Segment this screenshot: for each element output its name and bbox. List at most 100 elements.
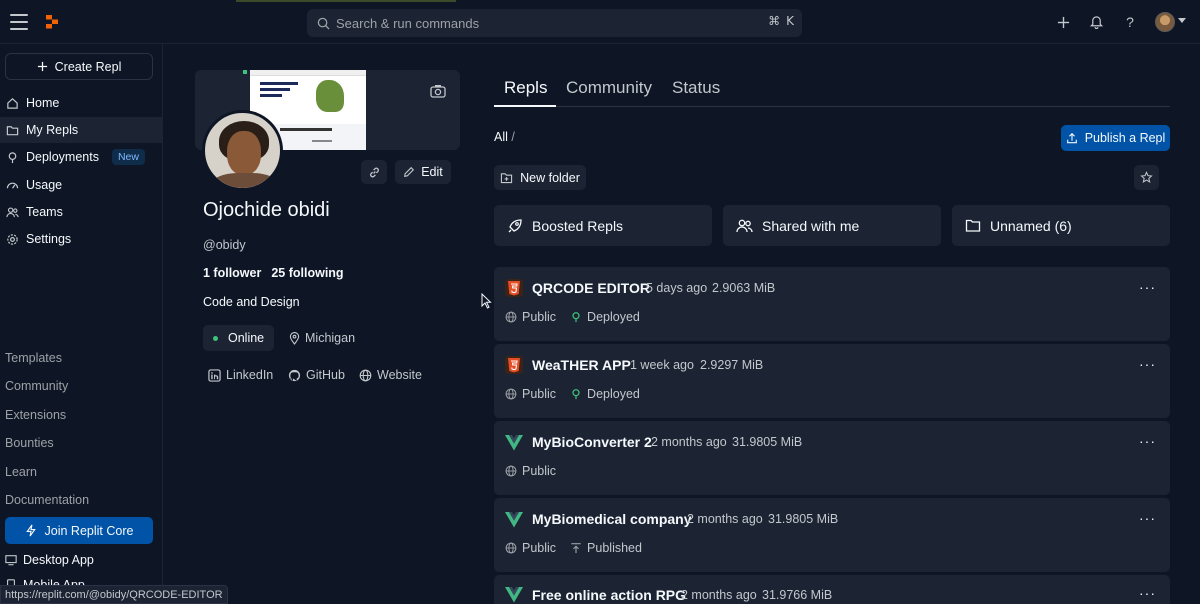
repl-size: 2.9297 MiB [700, 358, 764, 372]
tab-repls[interactable]: Repls [504, 78, 547, 98]
vue-icon [505, 512, 523, 528]
sidebar-link-documentation[interactable]: Documentation [5, 493, 89, 507]
sidebar-link-community[interactable]: Community [5, 379, 68, 393]
sidebar-link-bounties[interactable]: Bounties [5, 436, 54, 450]
sidebar-item-label: Teams [26, 205, 63, 219]
folder-unnamed[interactable]: Unnamed (6) [952, 205, 1170, 246]
sidebar-item-usage[interactable]: Usage [0, 172, 163, 198]
repl-title[interactable]: MyBioConverter 2 [532, 434, 652, 450]
sidebar-item-settings[interactable]: Settings [0, 226, 163, 252]
globe-icon [505, 388, 517, 400]
create-repl-label: Create Repl [54, 59, 122, 74]
join-core-button[interactable]: Join Replit Core [5, 517, 153, 544]
repl-size: 31.9766 MiB [762, 588, 833, 602]
sidebar-item-home[interactable]: Home [0, 90, 163, 116]
website-label: Website [377, 368, 422, 382]
repl-tags: Public [505, 464, 556, 478]
repl-card[interactable]: WeaTHER APP 1 week ago 2.9297 MiB Public… [494, 344, 1170, 418]
search-placeholder: Search & run commands [336, 15, 480, 31]
repl-card[interactable]: Free online action RPG 2 months ago 31.9… [494, 575, 1170, 604]
deployed-tag: Deployed [570, 310, 640, 324]
rocket-icon [508, 218, 522, 232]
publish-repl-button[interactable]: Publish a Repl [1061, 125, 1170, 151]
more-options-icon[interactable]: ··· [1139, 356, 1156, 372]
more-options-icon[interactable]: ··· [1139, 510, 1156, 526]
breadcrumb: All / [494, 130, 515, 144]
create-repl-button[interactable]: Create Repl [5, 53, 153, 80]
cover-accent [243, 70, 247, 74]
repl-updated: 1 week ago [630, 358, 694, 372]
repl-size: 31.9805 MiB [768, 512, 839, 526]
repl-tags: Public Deployed [505, 387, 640, 401]
vue-icon [505, 587, 523, 603]
followers-count[interactable]: 1 follower [203, 266, 261, 280]
github-icon [288, 369, 301, 381]
visibility-label: Public [522, 541, 557, 555]
search-bar[interactable]: Search & run commands ⌘ K [307, 9, 802, 37]
sidebar-link-extensions[interactable]: Extensions [5, 408, 66, 422]
deployed-icon [572, 389, 580, 400]
help-icon[interactable]: ? [1120, 12, 1140, 32]
breadcrumb-all[interactable]: All [494, 130, 508, 144]
tab-status[interactable]: Status [672, 78, 720, 98]
repl-card[interactable]: MyBiomedical company 2 months ago 31.980… [494, 498, 1170, 572]
linkedin-link[interactable]: LinkedIn [208, 368, 273, 382]
bell-icon[interactable] [1086, 12, 1106, 32]
following-count[interactable]: 25 following [271, 266, 343, 280]
repl-title[interactable]: MyBiomedical company [532, 511, 692, 527]
follow-stats: 1 follower 25 following [203, 266, 344, 280]
edit-profile-button[interactable]: Edit [395, 160, 451, 184]
visibility-label: Public [522, 464, 557, 478]
folder-label: Unnamed (6) [990, 217, 1072, 234]
desktop-app-link[interactable]: Desktop App [5, 553, 94, 567]
globe-icon [359, 369, 372, 381]
repl-title[interactable]: Free online action RPG [532, 587, 686, 603]
favorites-button[interactable] [1134, 165, 1159, 190]
sidebar-link-templates[interactable]: Templates [5, 351, 62, 365]
website-link[interactable]: Website [359, 368, 422, 382]
sidebar-item-label: Home [26, 96, 60, 110]
sidebar-link-learn[interactable]: Learn [5, 465, 37, 479]
globe-icon [505, 465, 517, 477]
github-link[interactable]: GitHub [288, 368, 345, 382]
more-options-icon[interactable]: ··· [1139, 433, 1156, 449]
pencil-icon [404, 166, 415, 177]
profile-bio: Code and Design [203, 295, 300, 309]
bolt-icon [25, 524, 36, 537]
visibility-label: Public [522, 387, 557, 401]
plus-icon[interactable] [1053, 12, 1073, 32]
new-folder-button[interactable]: New folder [494, 165, 586, 190]
published-tag: Published [570, 541, 642, 555]
replit-logo-icon[interactable] [44, 14, 60, 30]
repl-title[interactable]: WeaTHER APP [532, 357, 631, 373]
sidebar-item-my-repls[interactable]: My Repls [0, 117, 163, 143]
camera-icon[interactable] [430, 84, 446, 98]
folder-boosted-repls[interactable]: Boosted Repls [494, 205, 712, 246]
profile-location: Michigan [289, 331, 355, 345]
status-label: Online [228, 331, 265, 345]
copy-link-button[interactable] [361, 160, 387, 184]
linkedin-icon [208, 368, 221, 382]
user-avatar[interactable] [1155, 12, 1175, 32]
chevron-down-icon[interactable] [1178, 18, 1186, 23]
status-badge: Online [203, 325, 275, 351]
sidebar-item-teams[interactable]: Teams [0, 199, 163, 225]
publish-icon [571, 543, 581, 554]
folder-label: Shared with me [762, 217, 860, 234]
repl-card[interactable]: QRCODE EDITOR 5 days ago 2.9063 MiB Publ… [494, 267, 1170, 341]
repl-title[interactable]: QRCODE EDITOR [532, 280, 650, 296]
folder-icon [6, 125, 19, 135]
repl-card[interactable]: MyBioConverter 2 2 months ago 31.9805 Mi… [494, 421, 1170, 495]
folder-shared-with-me[interactable]: Shared with me [723, 205, 941, 246]
menu-icon[interactable] [10, 14, 28, 30]
home-icon [7, 97, 18, 109]
globe-icon [505, 311, 517, 323]
tab-community[interactable]: Community [566, 78, 652, 98]
more-options-icon[interactable]: ··· [1139, 279, 1156, 295]
visibility-tag: Public [505, 464, 556, 478]
vue-icon [505, 435, 523, 451]
sidebar-item-deployments[interactable]: Deployments New [0, 144, 163, 170]
sidebar-item-label: My Repls [26, 123, 79, 137]
linkedin-label: LinkedIn [226, 368, 274, 382]
more-options-icon[interactable]: ··· [1139, 585, 1156, 601]
